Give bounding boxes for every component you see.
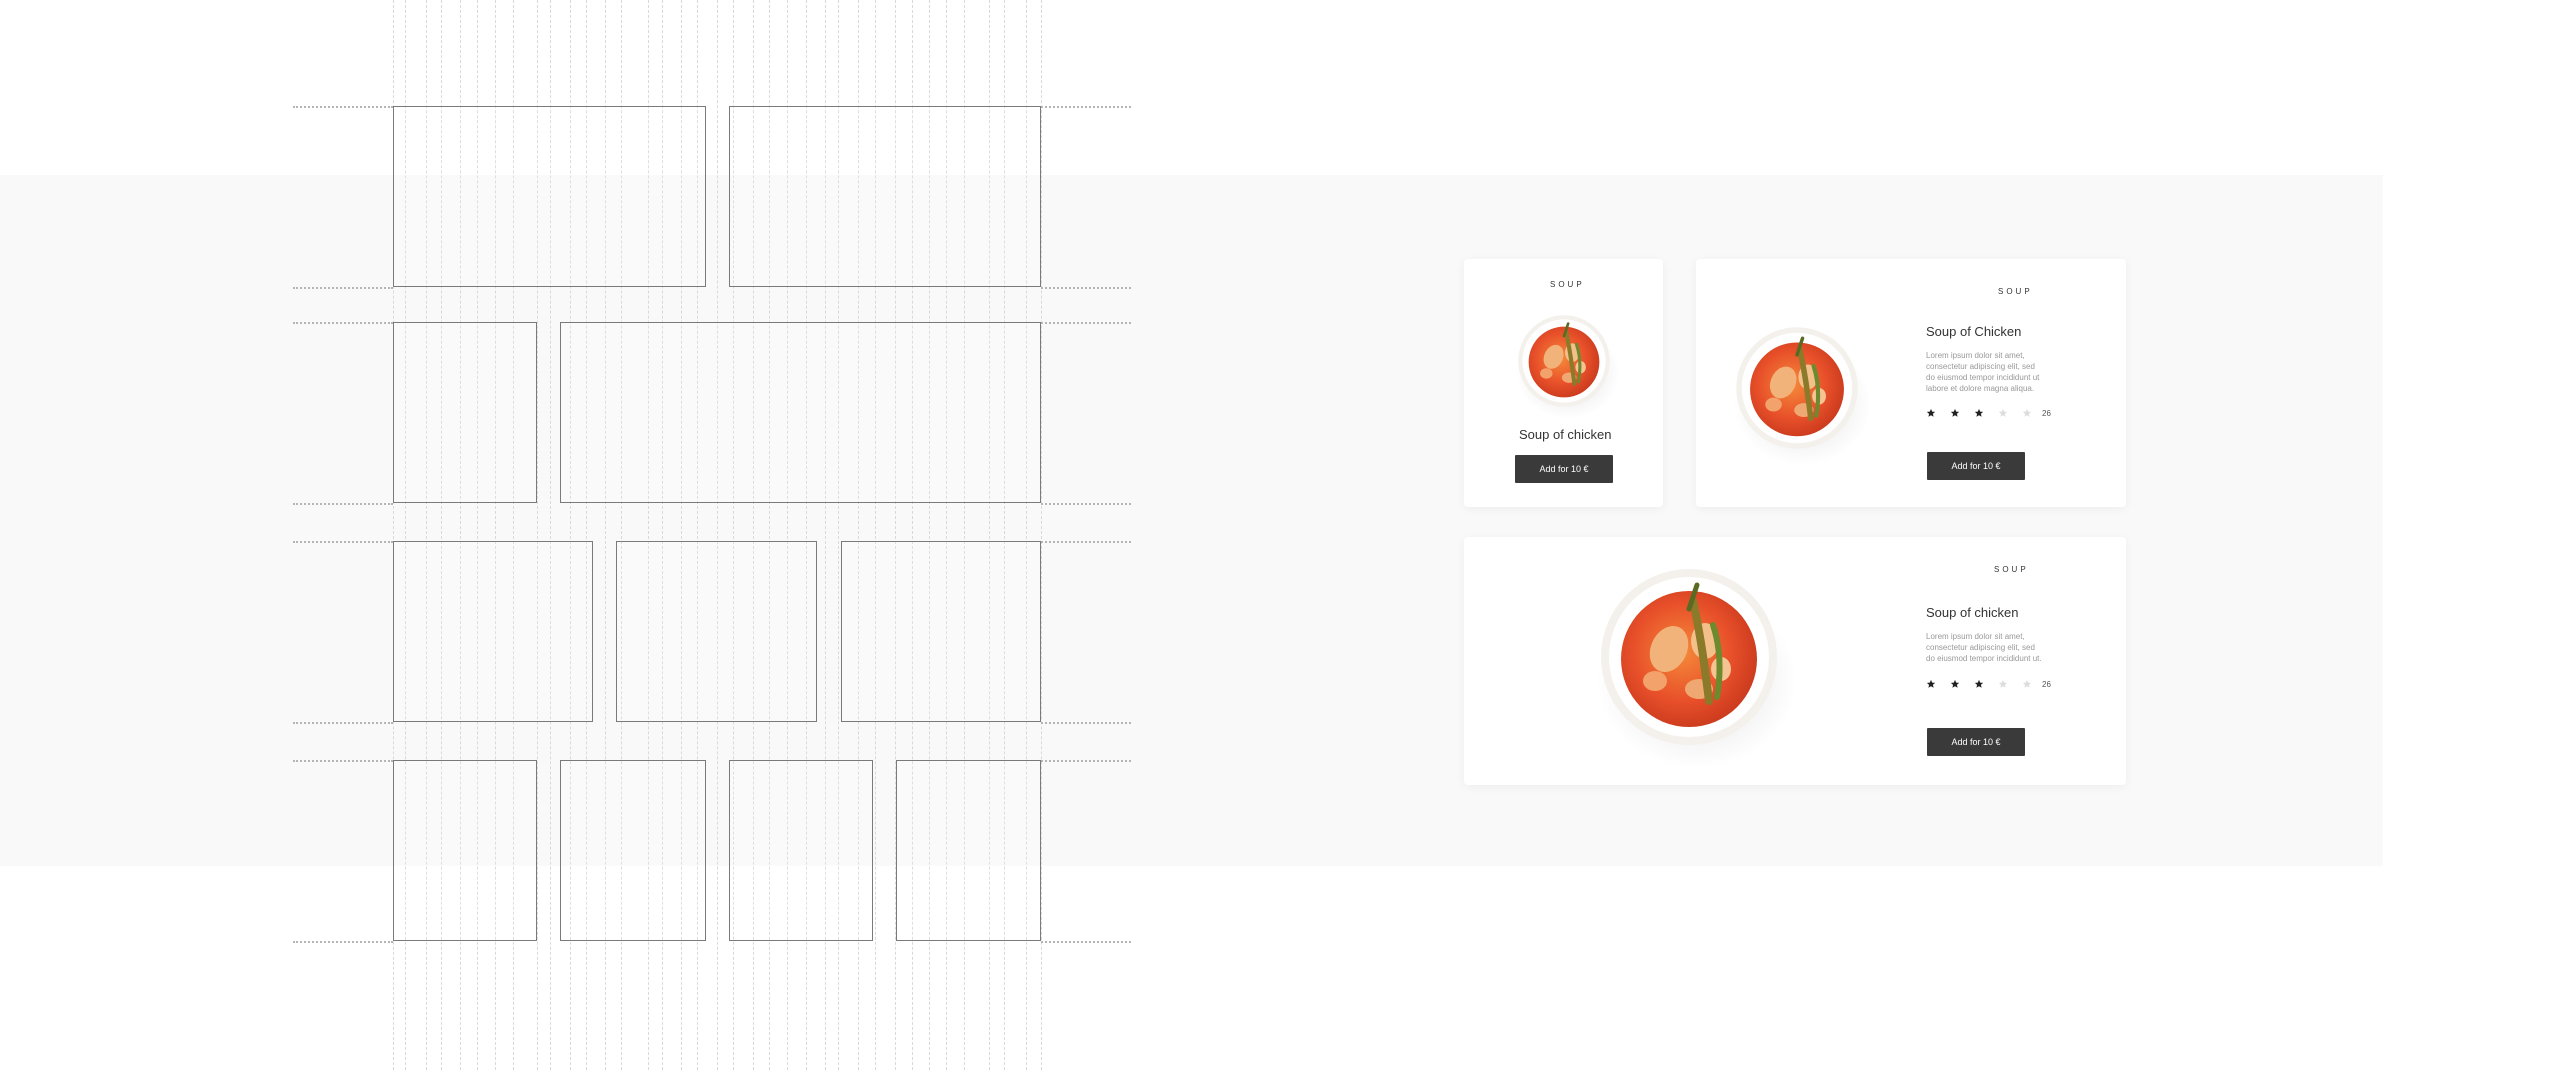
star-icon: [1974, 679, 1984, 689]
product-title: Soup of chicken: [1926, 605, 2019, 620]
star-rating: 26: [1926, 407, 2051, 419]
grid-row-guide: [293, 503, 393, 505]
soup-bowl-image: [1728, 319, 1866, 457]
grid-row-guide: [1041, 541, 1131, 543]
wireframe-box: [729, 106, 1041, 287]
category-label: SOUP: [1550, 280, 1585, 289]
wireframe-box: [560, 322, 1041, 503]
wireframe-box: [616, 541, 817, 722]
grid-row-guide: [1041, 760, 1131, 762]
soup-bowl-image: [1512, 309, 1616, 413]
star-rating: 26: [1926, 678, 2051, 690]
product-description: Lorem ipsum dolor sit amet, consectetur …: [1926, 632, 2042, 663]
wireframe-box: [841, 541, 1041, 722]
wireframe-box: [729, 760, 873, 941]
star-icon: [2022, 679, 2032, 689]
wireframe-box: [896, 760, 1041, 941]
grid-row-guide: [293, 541, 393, 543]
add-to-cart-button[interactable]: Add for 10 €: [1927, 452, 2025, 480]
grid-row-guide: [1041, 322, 1131, 324]
review-count: 26: [2042, 408, 2051, 418]
star-icon: [2022, 408, 2032, 418]
star-icon: [1950, 408, 1960, 418]
grid-row-guide: [293, 106, 393, 108]
review-count: 26: [2042, 679, 2051, 689]
product-card-small: SOUP Soup of chicken Add for 10 €: [1464, 259, 1663, 507]
grid-row-guide: [293, 322, 393, 324]
grid-row-guide: [1041, 941, 1131, 943]
product-description: Lorem ipsum dolor sit amet, consectetur …: [1926, 351, 2040, 393]
wireframe-box: [393, 322, 537, 503]
grid-row-guide: [293, 941, 393, 943]
grid-row-guide: [1041, 503, 1131, 505]
star-icon: [1926, 408, 1936, 418]
category-label: SOUP: [1998, 287, 2033, 296]
product-title: Soup of Chicken: [1926, 324, 2022, 339]
grid-row-guide: [293, 287, 393, 289]
product-title: Soup of chicken: [1519, 427, 1612, 442]
star-icon: [1998, 679, 2008, 689]
star-icon: [1950, 679, 1960, 689]
grid-row-guide: [1041, 106, 1131, 108]
star-icon: [1974, 408, 1984, 418]
grid-row-guide: [1041, 722, 1131, 724]
grid-column-guide: [1041, 0, 1042, 1070]
wireframe-box: [393, 541, 593, 722]
grid-row-guide: [293, 722, 393, 724]
soup-bowl-image: [1589, 557, 1789, 757]
grid-row-guide: [293, 760, 393, 762]
category-label: SOUP: [1994, 565, 2029, 574]
add-to-cart-button[interactable]: Add for 10 €: [1927, 728, 2025, 756]
star-icon: [1998, 408, 2008, 418]
add-to-cart-button[interactable]: Add for 10 €: [1515, 455, 1613, 483]
wireframe-box: [393, 106, 706, 287]
grid-row-guide: [1041, 287, 1131, 289]
wireframe-box: [393, 760, 537, 941]
grid-column-guide: [717, 0, 718, 1070]
product-card-large: SOUP Soup of chicken Lorem ipsum dolor s…: [1464, 537, 2126, 785]
product-card-wide: SOUP Soup of Chicken Lorem ipsum dolor s…: [1696, 259, 2126, 507]
star-icon: [1926, 679, 1936, 689]
wireframe-box: [560, 760, 706, 941]
